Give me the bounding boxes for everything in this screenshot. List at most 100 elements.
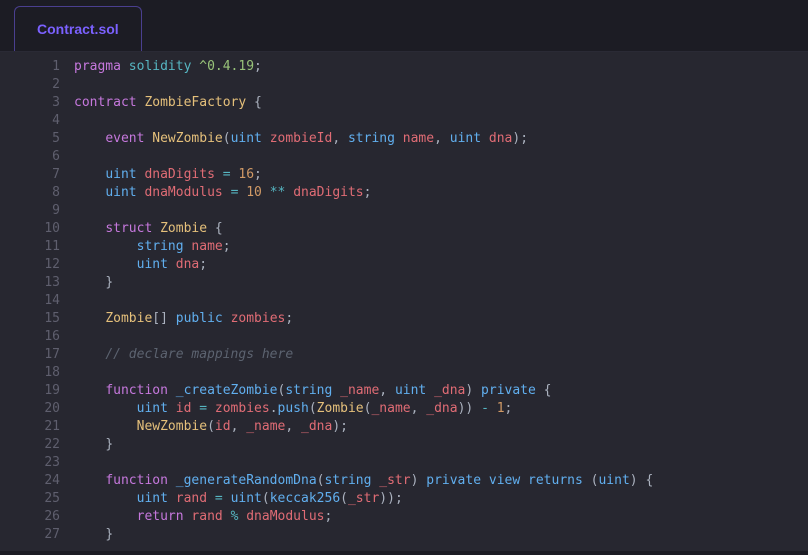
token-fn-call: keccak256: [270, 491, 340, 506]
code-line[interactable]: struct Zombie {: [74, 220, 808, 238]
token-ident: _dna: [426, 401, 457, 416]
token-type: public: [176, 311, 223, 326]
token-plain: [74, 383, 105, 398]
token-punct: );: [512, 131, 528, 146]
code-line[interactable]: [74, 328, 808, 346]
code-line[interactable]: }: [74, 274, 808, 292]
code-line[interactable]: string name;: [74, 238, 808, 256]
code-editor[interactable]: 1234567891011121314151617181920212223242…: [0, 52, 808, 551]
code-line[interactable]: NewZombie(id, _name, _dna);: [74, 418, 808, 436]
code-area[interactable]: pragma solidity ^0.4.19; contract Zombie…: [74, 52, 808, 551]
token-plain: [74, 473, 105, 488]
code-line[interactable]: contract ZombieFactory {: [74, 94, 808, 112]
token-plain: [74, 527, 105, 542]
line-number: 22: [0, 436, 60, 454]
token-plain: [473, 383, 481, 398]
token-plain: [481, 473, 489, 488]
token-ident: _name: [371, 401, 410, 416]
token-plain: [74, 509, 137, 524]
code-line[interactable]: [74, 454, 808, 472]
token-ident-y: NewZombie: [152, 131, 222, 146]
token-ident: dnaModulus: [144, 185, 222, 200]
code-line[interactable]: function _createZombie(string _name, uin…: [74, 382, 808, 400]
token-plain: [340, 131, 348, 146]
token-plain: [395, 131, 403, 146]
line-number-gutter: 1234567891011121314151617181920212223242…: [0, 52, 74, 551]
token-punct: }: [105, 527, 113, 542]
token-ident: dna: [176, 257, 199, 272]
token-type: uint: [105, 185, 136, 200]
token-kw1: struct: [105, 221, 152, 236]
token-plain: [168, 383, 176, 398]
token-punct: {: [544, 383, 552, 398]
code-line[interactable]: function _generateRandomDna(string _str)…: [74, 472, 808, 490]
code-line[interactable]: [74, 292, 808, 310]
tab-contract-sol[interactable]: Contract.sol: [14, 6, 142, 51]
token-punct: ;: [199, 257, 207, 272]
token-ident-y: ZombieFactory: [144, 95, 246, 110]
code-line[interactable]: uint rand = uint(keccak256(_str));: [74, 490, 808, 508]
token-ident: id: [176, 401, 192, 416]
tab-bar: Contract.sol: [0, 0, 808, 52]
token-plain: [168, 473, 176, 488]
token-plain: [473, 401, 481, 416]
token-plain: [168, 311, 176, 326]
token-str: ^0.4.19: [199, 59, 254, 74]
code-line[interactable]: pragma solidity ^0.4.19;: [74, 58, 808, 76]
code-line[interactable]: [74, 148, 808, 166]
token-punct: {: [215, 221, 223, 236]
token-plain: [74, 239, 137, 254]
code-line[interactable]: return rand % dnaModulus;: [74, 508, 808, 526]
token-plain: [262, 185, 270, 200]
token-punct: ): [630, 473, 638, 488]
line-number: 21: [0, 418, 60, 436]
code-line[interactable]: Zombie[] public zombies;: [74, 310, 808, 328]
code-line[interactable]: uint dna;: [74, 256, 808, 274]
token-plain: [285, 185, 293, 200]
token-ident: name: [403, 131, 434, 146]
line-number: 23: [0, 454, 60, 472]
code-line[interactable]: }: [74, 526, 808, 544]
token-punct: ;: [254, 167, 262, 182]
token-plain: [442, 131, 450, 146]
line-number: 8: [0, 184, 60, 202]
code-line[interactable]: [74, 112, 808, 130]
token-op: =: [223, 167, 231, 182]
token-ident: dnaModulus: [246, 509, 324, 524]
token-ident-y: NewZombie: [137, 419, 207, 434]
token-type: string: [324, 473, 371, 488]
code-line[interactable]: }: [74, 436, 808, 454]
token-punct: ));: [379, 491, 402, 506]
token-ident: zombieId: [270, 131, 333, 146]
token-plain: [74, 311, 105, 326]
code-line[interactable]: uint dnaDigits = 16;: [74, 166, 808, 184]
token-punct: }: [105, 275, 113, 290]
token-ident: zombies: [215, 401, 270, 416]
token-punct: (: [340, 491, 348, 506]
code-line[interactable]: event NewZombie(uint zombieId, string na…: [74, 130, 808, 148]
token-op: =: [199, 401, 207, 416]
code-line[interactable]: [74, 202, 808, 220]
token-ident: name: [191, 239, 222, 254]
token-punct: (: [223, 131, 231, 146]
token-plain: [215, 167, 223, 182]
line-number: 11: [0, 238, 60, 256]
token-type: uint: [137, 257, 168, 272]
token-plain: [223, 491, 231, 506]
token-punct: }: [105, 437, 113, 452]
token-plain: [74, 167, 105, 182]
code-line[interactable]: // declare mappings here: [74, 346, 808, 364]
token-punct: {: [254, 95, 262, 110]
token-plain: [387, 383, 395, 398]
code-line[interactable]: uint id = zombies.push(Zombie(_name, _dn…: [74, 400, 808, 418]
token-plain: [223, 311, 231, 326]
code-line[interactable]: uint dnaModulus = 10 ** dnaDigits;: [74, 184, 808, 202]
token-op: -: [481, 401, 489, 416]
code-line[interactable]: [74, 76, 808, 94]
token-num: 10: [246, 185, 262, 200]
token-plain: [168, 401, 176, 416]
token-ident: _name: [340, 383, 379, 398]
line-number: 6: [0, 148, 60, 166]
code-line[interactable]: [74, 364, 808, 382]
line-number: 9: [0, 202, 60, 220]
